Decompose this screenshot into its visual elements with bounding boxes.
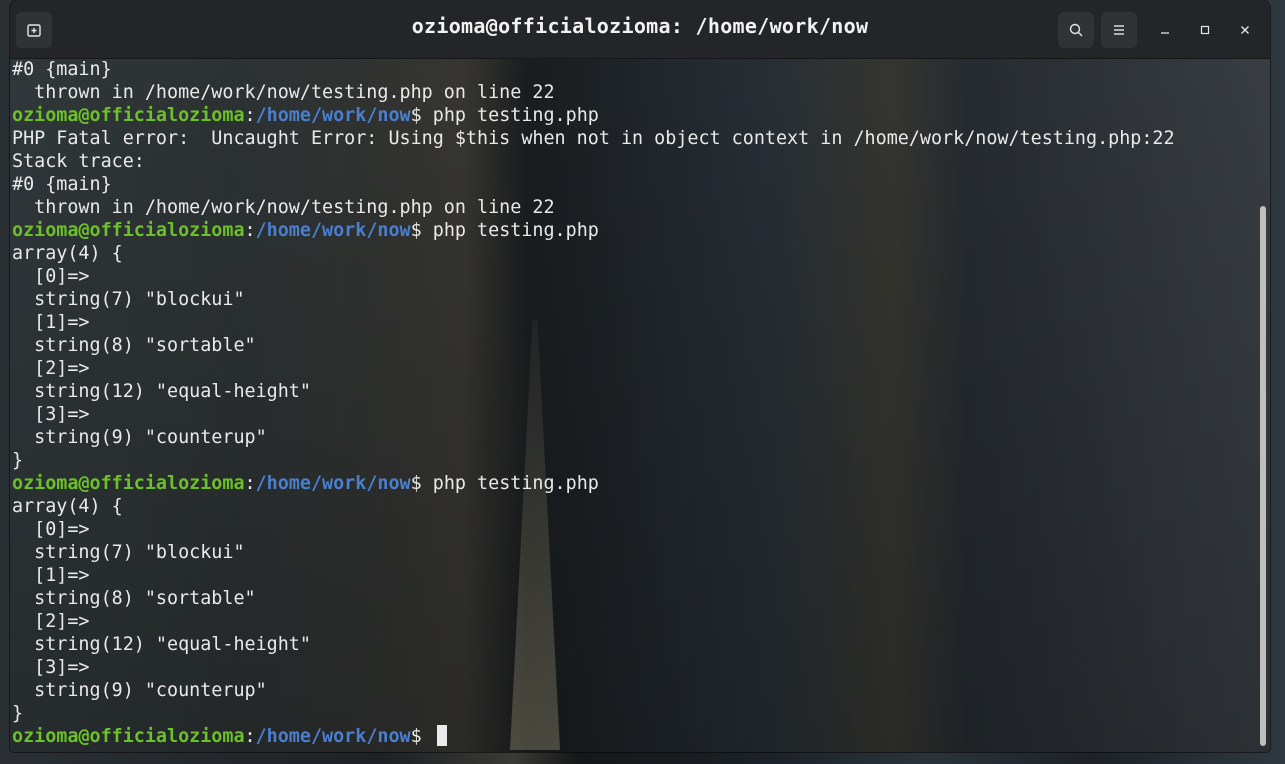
terminal-output-line: array(4) {: [12, 243, 123, 264]
prompt-user-host: ozioma@officialozioma: [12, 220, 245, 241]
terminal-output-line: [0]=>: [12, 266, 90, 287]
terminal-output-line: [1]=>: [12, 312, 90, 333]
terminal-output-line: [2]=>: [12, 358, 90, 379]
terminal-output-line: [2]=>: [12, 611, 90, 632]
terminal-output-line: string(9) "counterup": [12, 680, 267, 701]
close-button[interactable]: [1231, 16, 1259, 44]
prompt-user-host: ozioma@officialozioma: [12, 473, 245, 494]
prompt-user-host: ozioma@officialozioma: [12, 726, 245, 747]
terminal-window: ozioma@officialozioma: /home/work/now #0…: [10, 0, 1270, 752]
prompt-symbol: $: [410, 473, 433, 494]
prompt-separator: :: [244, 473, 256, 494]
menu-button[interactable]: [1101, 12, 1137, 48]
terminal-output-line: string(12) "equal-height": [12, 634, 311, 655]
terminal-output-line: [3]=>: [12, 657, 90, 678]
prompt-path: /home/work/now: [255, 105, 411, 126]
terminal-output-line: [1]=>: [12, 565, 90, 586]
terminal-output-line: }: [12, 703, 24, 724]
prompt-separator: :: [244, 105, 256, 126]
prompt-symbol: $: [410, 726, 433, 747]
terminal-prompt-line: ozioma@officialozioma:/home/work/now$ ph…: [12, 104, 1244, 127]
text-cursor[interactable]: [436, 725, 447, 746]
terminal-output-line: thrown in /home/work/now/testing.php on …: [12, 197, 555, 218]
minimize-button[interactable]: [1151, 16, 1179, 44]
prompt-path: /home/work/now: [255, 473, 411, 494]
terminal-output-line: string(7) "blockui": [12, 542, 245, 563]
maximize-icon: [1200, 25, 1210, 35]
prompt-path: /home/work/now: [255, 726, 411, 747]
terminal-output-line: #0 {main}: [12, 59, 112, 80]
terminal-prompt-line: ozioma@officialozioma:/home/work/now$ ph…: [12, 472, 1244, 495]
terminal-output-line: }: [12, 450, 24, 471]
terminal-output-line: PHP Fatal error: Uncaught Error: Using $…: [12, 128, 1175, 149]
minimize-icon: [1161, 32, 1169, 34]
prompt-symbol: $: [410, 105, 433, 126]
hamburger-menu-icon: [1114, 25, 1124, 35]
titlebar: ozioma@officialozioma: /home/work/now: [10, 0, 1270, 59]
terminal-output-line: string(8) "sortable": [12, 588, 256, 609]
prompt-symbol: $: [410, 220, 433, 241]
terminal-output-line: Stack trace:: [12, 151, 145, 172]
prompt-separator: :: [244, 726, 256, 747]
maximize-button[interactable]: [1191, 16, 1219, 44]
terminal-prompt-line: ozioma@officialozioma:/home/work/now$ ph…: [12, 219, 1244, 242]
terminal-output-line: string(9) "counterup": [12, 427, 267, 448]
terminal-output-line: #0 {main}: [12, 174, 112, 195]
terminal-prompt-line: ozioma@officialozioma:/home/work/now$: [12, 725, 1244, 748]
prompt-command: php testing.php: [432, 105, 599, 126]
search-icon: [1069, 23, 1083, 37]
prompt-path: /home/work/now: [255, 220, 411, 241]
terminal-output-line: string(12) "equal-height": [12, 381, 311, 402]
prompt-command: php testing.php: [432, 473, 599, 494]
prompt-user-host: ozioma@officialozioma: [12, 105, 245, 126]
terminal-output-line: string(8) "sortable": [12, 335, 256, 356]
terminal-output-line: [3]=>: [12, 404, 90, 425]
search-button[interactable]: [1058, 12, 1094, 48]
prompt-separator: :: [244, 220, 256, 241]
terminal-output[interactable]: #0 {main} thrown in /home/work/now/testi…: [12, 58, 1244, 748]
close-icon: [1241, 26, 1249, 34]
terminal-output-line: [0]=>: [12, 519, 90, 540]
terminal-output-line: string(7) "blockui": [12, 289, 245, 310]
terminal-output-line: thrown in /home/work/now/testing.php on …: [12, 82, 555, 103]
scrollbar-thumb[interactable]: [1260, 206, 1266, 746]
terminal-output-line: array(4) {: [12, 496, 123, 517]
prompt-command: php testing.php: [432, 220, 599, 241]
